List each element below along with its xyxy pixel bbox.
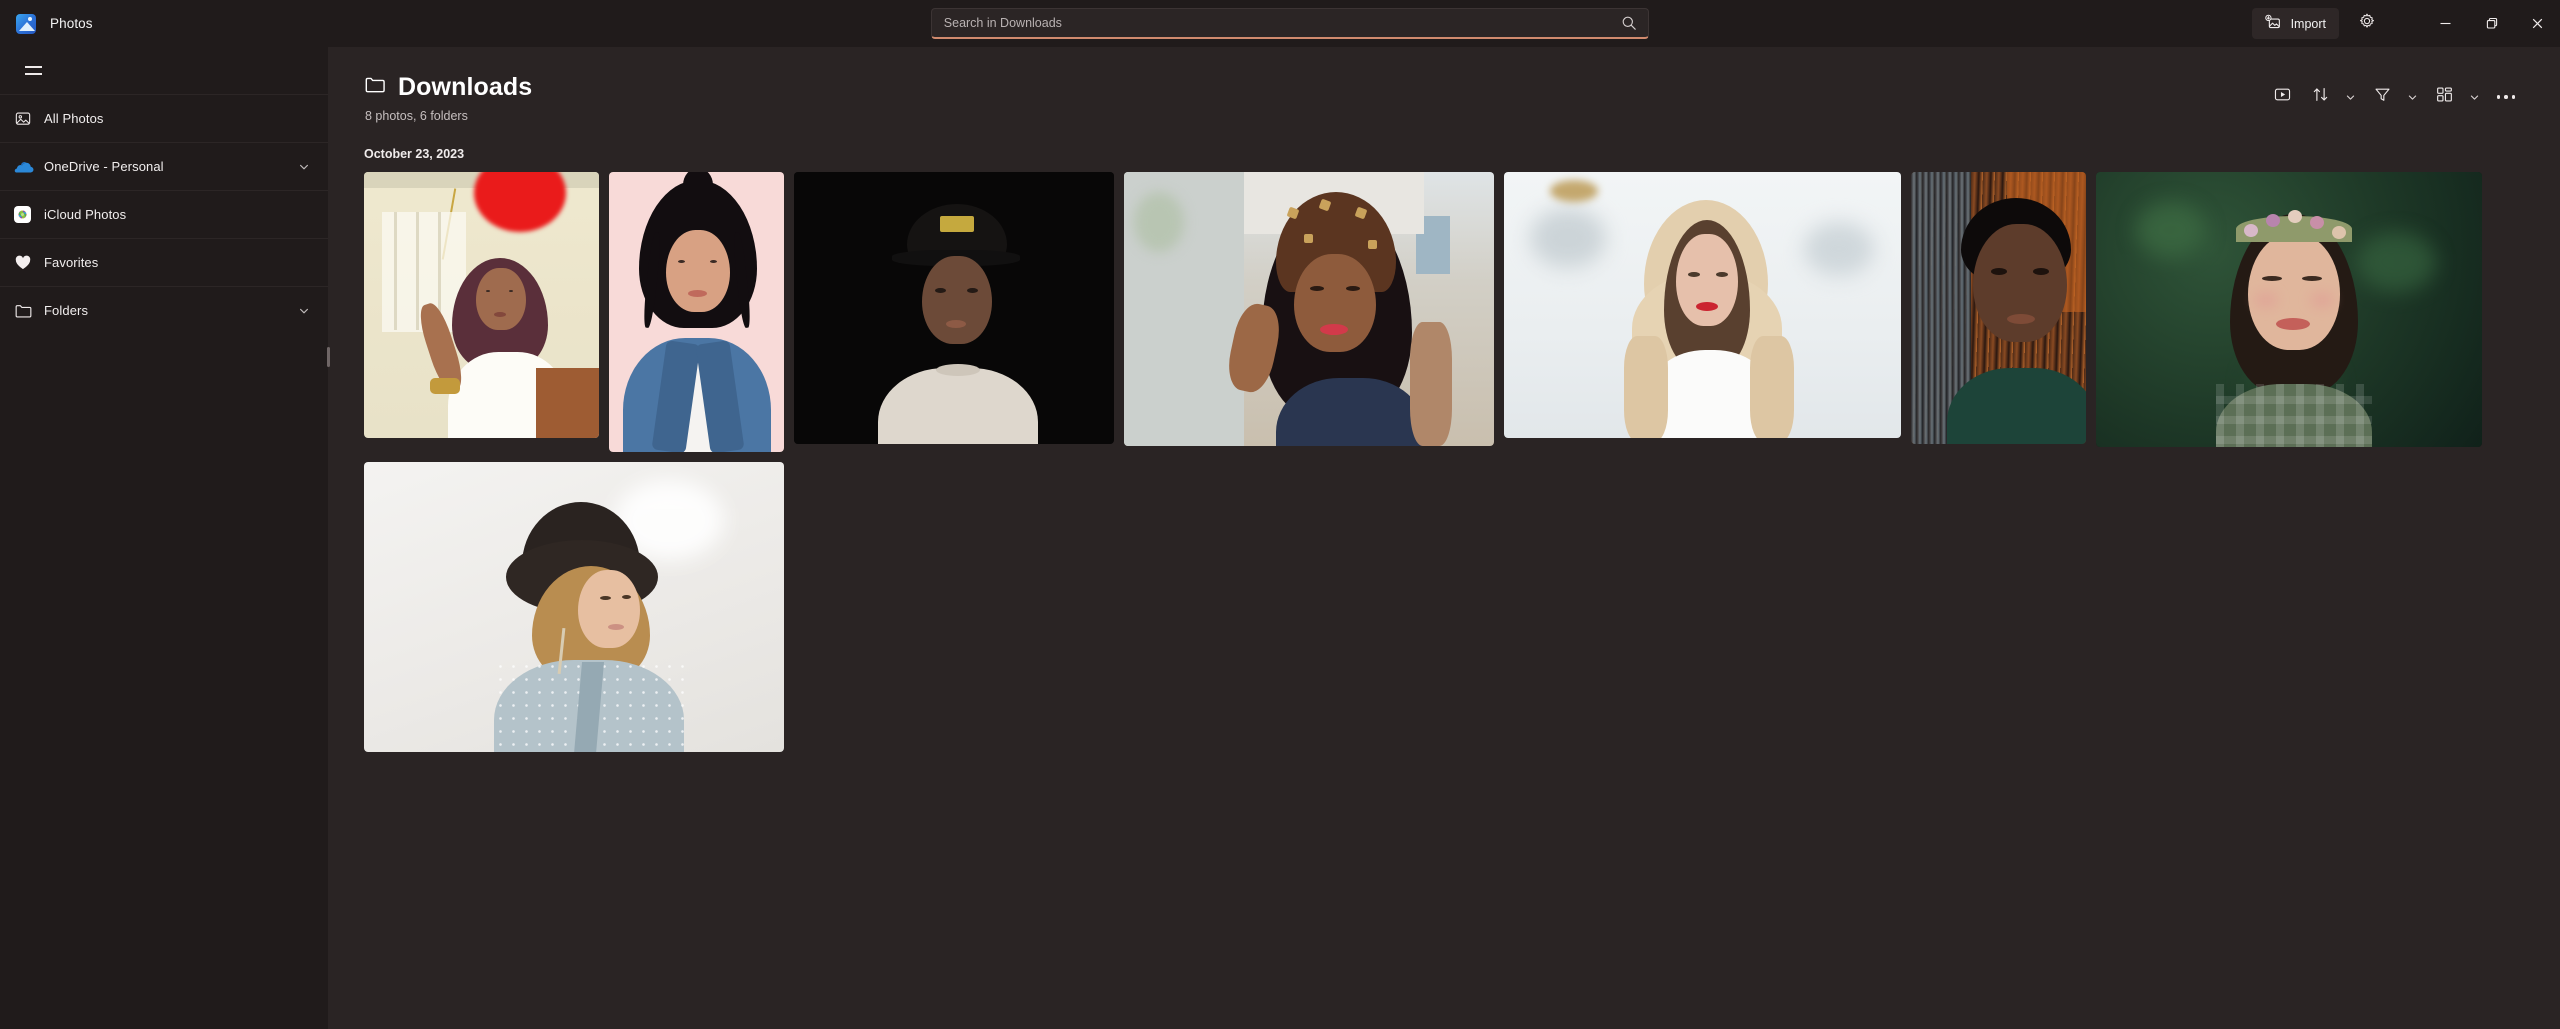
chevron-down-icon[interactable]: [296, 159, 312, 175]
close-button[interactable]: [2514, 0, 2560, 47]
title-bar-right: Import: [2251, 0, 2560, 47]
search-icon[interactable]: [1620, 14, 1638, 32]
funnel-icon: [2373, 85, 2392, 109]
content-toolbar: [2264, 73, 2524, 115]
sort-chevron-down-icon[interactable]: [2338, 79, 2362, 115]
settings-button[interactable]: [2348, 8, 2386, 39]
navigation-sidebar: All Photos OneDrive - Personal iCloud Ph…: [0, 47, 330, 1029]
view-control[interactable]: [2426, 79, 2486, 115]
sidebar-item-favorites[interactable]: Favorites: [0, 238, 328, 286]
icloud-photos-icon: [14, 206, 44, 223]
sidebar-item-label: Folders: [44, 303, 89, 318]
photo-thumbnail[interactable]: [364, 172, 599, 438]
photo-icon: [14, 110, 44, 128]
maximize-button[interactable]: [2468, 0, 2514, 47]
slideshow-button[interactable]: [2264, 79, 2300, 115]
content-area: Downloads 8 photos, 6 folders October 23…: [328, 47, 2560, 1029]
breadcrumb: Downloads: [364, 73, 2264, 102]
woman-in-snow-hood-image: [1504, 172, 1901, 438]
photo-grid: [328, 161, 2560, 752]
photo-thumbnail[interactable]: [2096, 172, 2482, 447]
app-title: Photos: [50, 16, 93, 31]
grid-layout-icon: [2435, 85, 2454, 109]
photo-thumbnail[interactable]: [609, 172, 784, 452]
woman-with-red-balloon-image: [364, 172, 599, 438]
import-photo-icon: [2264, 14, 2282, 34]
woman-black-hat-light-bg-image: [364, 462, 784, 752]
search-input[interactable]: Search in Downloads: [944, 16, 1620, 30]
minimize-button[interactable]: [2422, 0, 2468, 47]
photo-thumbnail[interactable]: [794, 172, 1114, 444]
folder-outline-icon: [364, 75, 387, 100]
date-group-header: October 23, 2023: [364, 147, 465, 161]
title-bar: Photos Search in Downloads Import: [0, 0, 2560, 47]
photos-app-window: Photos Search in Downloads Import All Ph…: [0, 0, 2560, 1029]
page-heading-block: Downloads 8 photos, 6 folders: [364, 73, 2264, 123]
sidebar-item-onedrive-personal[interactable]: OneDrive - Personal: [0, 142, 328, 190]
photo-grid-row: [364, 462, 2524, 752]
sidebar-item-label: All Photos: [44, 111, 104, 126]
photo-thumbnail[interactable]: [364, 462, 784, 752]
sidebar-resize-handle[interactable]: [327, 47, 330, 1029]
sidebar-item-all-photos[interactable]: All Photos: [0, 94, 328, 142]
hamburger-icon[interactable]: [14, 55, 52, 87]
man-black-cap-dark-bg-image: [794, 172, 1114, 444]
slideshow-play-icon: [2273, 85, 2292, 109]
import-button-label: Import: [2290, 16, 2326, 31]
page-subtitle: 8 photos, 6 folders: [365, 109, 468, 123]
onedrive-cloud-icon: [14, 160, 44, 174]
title-bar-center: Search in Downloads: [328, 0, 2252, 47]
sidebar-item-label: Favorites: [44, 255, 99, 270]
gear-icon: [2358, 12, 2376, 35]
view-button[interactable]: [2426, 79, 2462, 115]
photo-thumbnail[interactable]: [1504, 172, 1901, 438]
view-chevron-down-icon[interactable]: [2462, 79, 2486, 115]
content-header: Downloads 8 photos, 6 folders: [328, 47, 2560, 123]
sort-button[interactable]: [2302, 79, 2338, 115]
page-title: Downloads: [398, 73, 533, 101]
filter-button[interactable]: [2364, 79, 2400, 115]
filter-chevron-down-icon[interactable]: [2400, 79, 2424, 115]
sort-control[interactable]: [2302, 79, 2362, 115]
photo-thumbnail[interactable]: [1911, 172, 2086, 444]
heart-icon: [14, 254, 44, 271]
sort-arrows-icon: [2311, 85, 2330, 109]
title-bar-left: Photos: [0, 0, 328, 47]
folder-icon: [14, 303, 44, 319]
filter-control[interactable]: [2364, 79, 2424, 115]
more-options-button[interactable]: [2488, 79, 2524, 115]
woman-monogram-hat-image: [1124, 172, 1494, 446]
ellipsis-icon: [2496, 95, 2516, 99]
photo-thumbnail[interactable]: [1124, 172, 1494, 446]
sidebar-item-folders[interactable]: Folders: [0, 286, 328, 334]
man-orange-light-stripes-image: [1911, 172, 2086, 444]
woman-denim-jacket-pink-bg-image: [609, 172, 784, 452]
sidebar-item-icloud-photos[interactable]: iCloud Photos: [0, 190, 328, 238]
photo-grid-row: [364, 172, 2524, 452]
woman-flower-crown-green-bg-image: [2096, 172, 2482, 447]
sidebar-item-label: OneDrive - Personal: [44, 159, 164, 174]
search-box[interactable]: Search in Downloads: [930, 8, 1649, 39]
import-button[interactable]: Import: [2251, 8, 2339, 39]
chevron-down-icon[interactable]: [296, 303, 312, 319]
app-body: All Photos OneDrive - Personal iCloud Ph…: [0, 47, 2560, 1029]
sidebar-item-label: iCloud Photos: [44, 207, 127, 222]
photos-app-icon: [16, 13, 36, 34]
sidebar-menu-row: [0, 47, 328, 94]
window-controls: [2422, 0, 2560, 47]
